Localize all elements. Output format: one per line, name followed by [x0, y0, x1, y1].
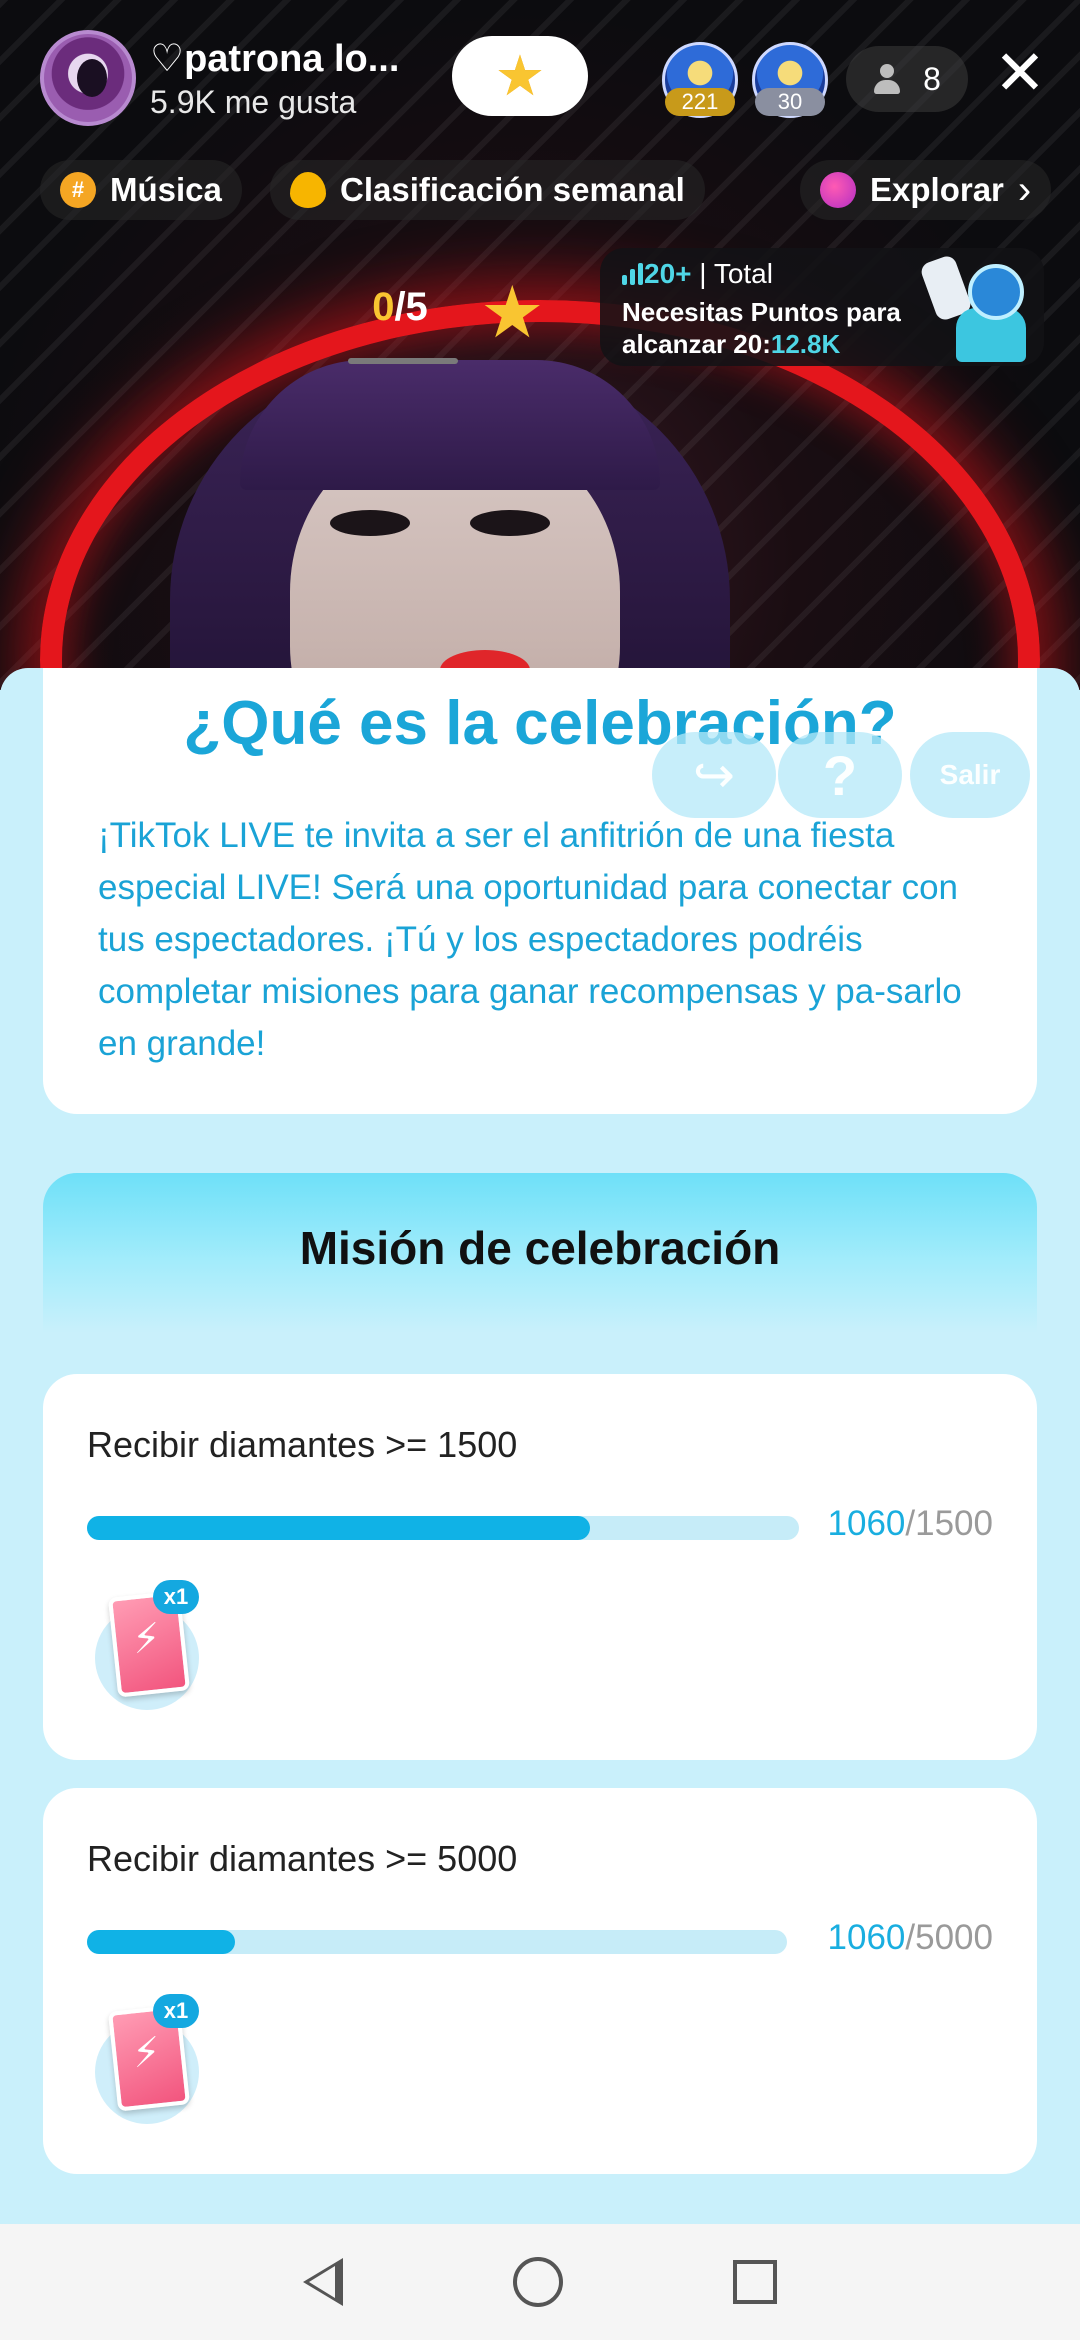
- mission-progress-track: [87, 1516, 799, 1540]
- intro-card: ¿Qué es la celebración? ¡TikTok LIVE te …: [43, 668, 1037, 1114]
- intro-body: ¡TikTok LIVE te invita a ser el anfitrió…: [98, 816, 962, 1063]
- host-name: ♡patrona lo...: [150, 38, 400, 80]
- streamer-eye-left: [330, 510, 410, 536]
- back-icon[interactable]: [303, 2258, 343, 2306]
- exit-button[interactable]: Salir: [910, 732, 1030, 818]
- flame-icon: [290, 172, 326, 208]
- help-button[interactable]: ?: [778, 732, 902, 818]
- host-likes: 5.9K me gusta: [150, 84, 357, 120]
- chip-label: Música: [110, 171, 222, 208]
- share-icon[interactable]: ↪: [652, 732, 776, 818]
- host-avatar[interactable]: [40, 30, 136, 126]
- mascot-icon: [918, 253, 1038, 362]
- host-avatar-silhouette: [77, 59, 107, 97]
- mission-card: Recibir diamantes >= 5000 1060/5000 x1: [43, 1788, 1037, 2174]
- mission-progress-track: [87, 1930, 787, 1954]
- ranking-level: 20+ | Total: [622, 258, 773, 290]
- category-chip-weekly-ranking[interactable]: Clasificación semanal: [270, 160, 705, 220]
- bars-icon: [622, 263, 644, 285]
- ranking-points-needed: Necesitas Puntos para alcanzar 20:12.8K: [622, 297, 901, 359]
- star-icon: ★: [494, 44, 546, 107]
- mascot-head: [968, 264, 1024, 320]
- streamer-bangs: [240, 360, 660, 490]
- progress-underline: [348, 358, 458, 364]
- mission-title: Misión de celebración: [299, 1222, 781, 1274]
- top-viewer-badge: 30: [755, 88, 825, 116]
- home-icon[interactable]: [513, 2257, 563, 2307]
- chevron-right-icon: ›: [1017, 167, 1032, 212]
- mission-progress-fill: [87, 1516, 591, 1540]
- streamer-eye-right: [470, 510, 550, 536]
- star-icon[interactable]: ★: [480, 270, 545, 354]
- follow-button[interactable]: ★: [452, 36, 588, 116]
- streamer-image: [170, 360, 730, 690]
- top-viewer-badge: 221: [665, 88, 735, 116]
- reward-item[interactable]: x1: [95, 1580, 205, 1710]
- progress-counter: 0/5: [372, 285, 428, 329]
- category-chip-explore[interactable]: Explorar ›: [800, 160, 1052, 220]
- mission-label: Recibir diamantes >= 5000: [87, 1838, 518, 1879]
- viewer-count: 8: [923, 60, 941, 97]
- person-icon: [873, 64, 901, 94]
- mission-label: Recibir diamantes >= 1500: [87, 1424, 518, 1465]
- celebration-sheet: ¿Qué es la celebración? ¡TikTok LIVE te …: [0, 668, 1080, 2224]
- recent-apps-icon[interactable]: [733, 2260, 777, 2304]
- category-chip-music[interactable]: # Música: [40, 160, 242, 220]
- ranking-card[interactable]: 20+ | Total Necesitas Puntos para alcanz…: [600, 248, 1044, 366]
- celebration-progress[interactable]: 0/5: [340, 262, 460, 364]
- mission-progress-fill: [87, 1930, 236, 1954]
- chip-label: Clasificación semanal: [340, 171, 685, 208]
- reward-item[interactable]: x1: [95, 1994, 205, 2124]
- mission-card: Recibir diamantes >= 1500 1060/1500 x1: [43, 1374, 1037, 1760]
- viewer-count-button[interactable]: 8: [846, 46, 968, 112]
- system-navigation-bar: [0, 2224, 1080, 2340]
- mission-count: 1060/1500: [827, 1504, 993, 1543]
- close-icon[interactable]: ✕: [990, 43, 1050, 105]
- reward-quantity: x1: [153, 1994, 199, 2028]
- mission-count: 1060/5000: [827, 1918, 993, 1957]
- planet-icon: [820, 172, 856, 208]
- mission-header: Misión de celebración: [43, 1173, 1037, 1333]
- chip-label: Explorar: [870, 171, 1004, 208]
- reward-quantity: x1: [153, 1580, 199, 1614]
- hashtag-icon: #: [60, 172, 96, 208]
